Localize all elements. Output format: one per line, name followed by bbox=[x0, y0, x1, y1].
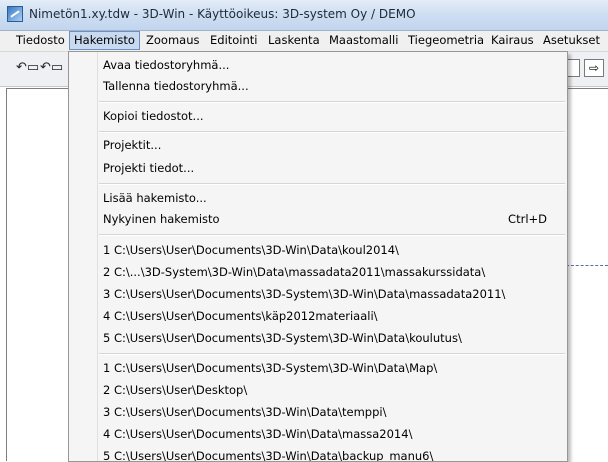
shortcut-label: Ctrl+D bbox=[508, 212, 547, 226]
window-title: Nimetön1.xy.tdw - 3D-Win - Käyttöoikeus:… bbox=[29, 7, 416, 21]
menuitem-project-info[interactable]: Projekti tiedot... bbox=[103, 159, 194, 177]
hakemisto-dropdown-menu: Avaa tiedostoryhmä... Tallenna tiedostor… bbox=[68, 51, 568, 462]
recent-directory-item[interactable]: 2 C:\...\3D-System\3D-Win\Data\massadata… bbox=[103, 263, 485, 281]
arrow-right-icon[interactable]: ⇨ bbox=[584, 59, 604, 77]
recent-directory-item[interactable]: 1 C:\Users\User\Documents\3D-Win\Data\ko… bbox=[103, 241, 399, 259]
menu-zoomaus[interactable]: Zoomaus bbox=[142, 32, 203, 49]
menuitem-projects[interactable]: Projektit... bbox=[103, 136, 161, 154]
recent-directory-item[interactable]: 3 C:\Users\User\Documents\3D-Win\Data\te… bbox=[103, 403, 386, 421]
menu-asetukset[interactable]: Asetukset bbox=[539, 32, 604, 49]
menu-tiedosto[interactable]: Tiedosto bbox=[12, 32, 69, 49]
recent-directory-item[interactable]: 3 C:\Users\User\Documents\3D-System\3D-W… bbox=[103, 285, 505, 303]
menuitem-current-directory[interactable]: Nykyinen hakemisto bbox=[103, 210, 220, 228]
recent-directory-item[interactable]: 4 C:\Users\User\Documents\käp2012materia… bbox=[103, 307, 378, 325]
recent-directory-item[interactable]: 4 C:\Users\User\Documents\3D-Win\Data\ma… bbox=[103, 425, 412, 443]
menu-separator bbox=[99, 101, 565, 103]
menu-separator bbox=[99, 131, 565, 133]
menu-laskenta[interactable]: Laskenta bbox=[264, 32, 324, 49]
menu-separator bbox=[99, 183, 565, 185]
title-bar: Nimetön1.xy.tdw - 3D-Win - Käyttöoikeus:… bbox=[0, 0, 608, 31]
redo-file-icon[interactable]: ↶▭ bbox=[40, 58, 63, 78]
undo-file-icon[interactable]: ↶▭ bbox=[16, 58, 39, 78]
menu-kairaus[interactable]: Kairaus bbox=[487, 32, 538, 49]
menu-separator bbox=[99, 353, 565, 355]
menu-editointi[interactable]: Editointi bbox=[206, 32, 262, 49]
recent-directory-item[interactable]: 2 C:\Users\User\Desktop\ bbox=[103, 381, 247, 399]
dashed-line bbox=[566, 265, 608, 266]
menuitem-add-directory[interactable]: Lisää hakemisto... bbox=[103, 189, 207, 207]
menuitem-save-filegroup[interactable]: Tallenna tiedostoryhmä... bbox=[103, 77, 249, 95]
menu-maastomalli[interactable]: Maastomalli bbox=[325, 32, 402, 49]
menu-hakemisto[interactable]: Hakemisto bbox=[69, 31, 140, 50]
menuitem-copy-files[interactable]: Kopioi tiedostot... bbox=[103, 107, 204, 125]
recent-directory-item[interactable]: 1 C:\Users\User\Documents\3D-System\3D-W… bbox=[103, 359, 437, 377]
menu-tiegeometria[interactable]: Tiegeometria bbox=[404, 32, 488, 49]
app-icon[interactable] bbox=[7, 6, 23, 22]
menuitem-open-filegroup[interactable]: Avaa tiedostoryhmä... bbox=[103, 56, 229, 74]
menu-bar: Tiedosto Hakemisto Zoomaus Editointi Las… bbox=[0, 31, 608, 52]
menu-separator bbox=[99, 234, 565, 236]
recent-directory-item[interactable]: 5 C:\Users\User\Documents\3D-System\3D-W… bbox=[103, 329, 462, 347]
